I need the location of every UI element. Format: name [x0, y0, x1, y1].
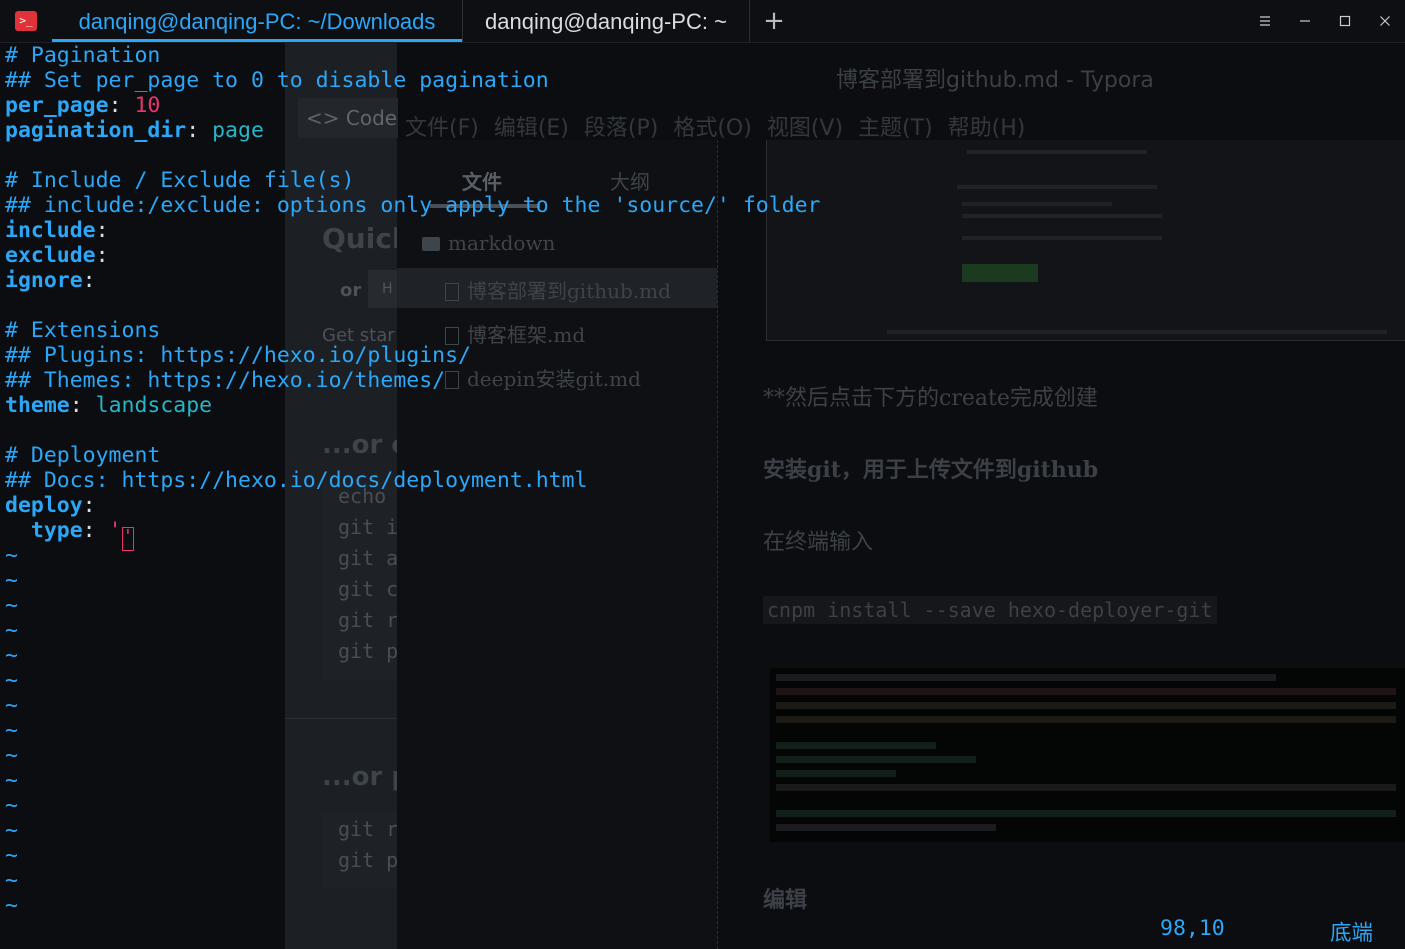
comment-line: ## Set per_page to 0 to disable paginati…	[5, 68, 549, 93]
comment-line: # Extensions	[5, 318, 161, 343]
config-line: per_page: 10	[5, 93, 161, 118]
comment-line: ## Plugins: https://hexo.io/plugins/	[5, 343, 471, 368]
minimize-icon[interactable]	[1291, 8, 1319, 36]
plus-icon[interactable]: +	[760, 6, 788, 36]
comment-line: # Include / Exclude file(s)	[5, 168, 355, 193]
terminal-screenshot-image	[770, 668, 1405, 842]
heading: 编辑	[763, 887, 808, 913]
code-line: git i	[338, 515, 399, 539]
tab-files: 文件	[462, 170, 502, 194]
code-line: git c	[338, 577, 399, 601]
code-button: <> Code	[298, 98, 398, 138]
folder-item: markdown	[422, 231, 555, 255]
code-line: git r	[338, 608, 399, 632]
empty-line-marker: ~	[5, 743, 18, 768]
heading: 安装git，用于上传文件到github	[763, 457, 1099, 483]
empty-line-marker: ~	[5, 768, 18, 793]
empty-line-marker: ~	[5, 843, 18, 868]
menu-theme: 主题(T)	[858, 116, 933, 141]
screenshot-image	[766, 140, 1405, 341]
config-line: theme: landscape	[5, 393, 213, 418]
file-icon	[445, 371, 459, 389]
config-line: type: ''	[5, 518, 134, 551]
code-line: git a	[338, 546, 399, 570]
code-line: git p	[338, 848, 399, 872]
config-line: pagination_dir: page	[5, 118, 264, 143]
file-item: deepin安装git.md	[445, 363, 641, 392]
inline-code: cnpm install --save hexo-deployer-git	[763, 596, 1217, 624]
empty-line-marker: ~	[5, 718, 18, 743]
menu-icon[interactable]	[1251, 8, 1279, 36]
comment-line: # Pagination	[5, 43, 161, 68]
empty-line-marker: ~	[5, 693, 18, 718]
empty-line-marker: ~	[5, 868, 18, 893]
or-create-heading: ...or c	[322, 430, 407, 460]
menu-view: 视图(V)	[766, 116, 844, 141]
empty-line-marker: ~	[5, 668, 18, 693]
menu-help: 帮助(H)	[947, 116, 1026, 141]
file-item: 博客部署到github.md	[445, 275, 671, 304]
text-cursor: '	[121, 527, 134, 551]
config-line: exclude:	[5, 243, 109, 268]
divider	[285, 718, 397, 719]
typora-menubar: 文件(F) 编辑(E) 段落(P) 格式(O) 视图(V) 主题(T) 帮助(H…	[405, 110, 1025, 142]
code-line: git r	[338, 817, 399, 841]
comment-line: ## Themes: https://hexo.io/themes/	[5, 368, 446, 393]
menu-edit: 编辑(E)	[493, 116, 569, 141]
comment-line: ## Docs: https://hexo.io/docs/deployment…	[5, 468, 588, 493]
menu-file: 文件(F)	[405, 116, 479, 141]
scroll-position: 底端	[1330, 921, 1374, 946]
terminal-titlebar: >_ danqing@danqing-PC: ~/Downloads danqi…	[0, 0, 1405, 43]
config-line: deploy:	[5, 493, 96, 518]
menu-format: 格式(O)	[673, 116, 752, 141]
or-label: or	[340, 280, 362, 301]
empty-line-marker: ~	[5, 793, 18, 818]
active-tab-indicator	[52, 39, 462, 42]
paragraph: 在终端输入	[763, 530, 874, 555]
close-icon[interactable]	[1371, 8, 1399, 36]
tab-home[interactable]: danqing@danqing-PC: ~	[462, 0, 750, 42]
empty-line-marker: ~	[5, 618, 18, 643]
tab-downloads[interactable]: danqing@danqing-PC: ~/Downloads	[52, 0, 462, 42]
empty-line-marker: ~	[5, 543, 18, 568]
https-box: H	[368, 270, 398, 308]
cursor-position: 98,10	[1160, 916, 1225, 941]
comment-line: ## include:/exclude: options only apply …	[5, 193, 821, 218]
terminal-app-icon: >_	[15, 11, 37, 31]
menu-paragraph: 段落(P)	[583, 116, 659, 141]
tab-outline: 大纲	[610, 170, 650, 194]
code-line: git p	[338, 639, 399, 663]
config-line: include:	[5, 218, 109, 243]
file-icon	[445, 283, 459, 301]
typora-window-title: 博客部署到github.md - Typora	[836, 68, 1154, 93]
empty-line-marker: ~	[5, 893, 18, 918]
empty-line-marker: ~	[5, 593, 18, 618]
folder-icon	[422, 237, 440, 251]
config-line: ignore:	[5, 268, 96, 293]
empty-line-marker: ~	[5, 568, 18, 593]
maximize-icon[interactable]	[1331, 8, 1359, 36]
empty-line-marker: ~	[5, 818, 18, 843]
comment-line: # Deployment	[5, 443, 161, 468]
typora-sidebar	[397, 140, 718, 949]
paragraph: **然后点击下方的create完成创建	[763, 386, 1098, 411]
empty-line-marker: ~	[5, 643, 18, 668]
